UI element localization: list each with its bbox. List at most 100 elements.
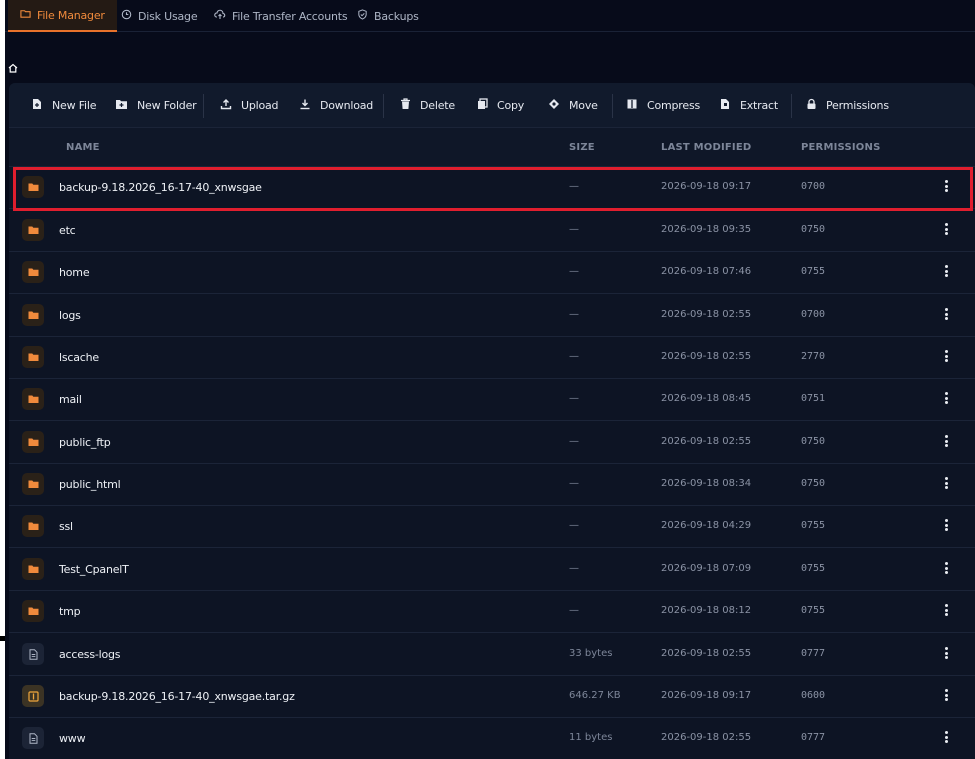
permissions-button[interactable]: Permissions: [806, 83, 889, 128]
file-permissions: 0777: [801, 648, 826, 659]
table-row[interactable]: backup-9.18.2026_16-17-40_xnwsgae — 2026-0…: [9, 167, 975, 209]
more-options-icon[interactable]: [939, 517, 953, 533]
column-name-header[interactable]: NAME: [66, 142, 100, 153]
tab-file-transfer-accounts[interactable]: File Transfer Accounts: [214, 0, 348, 32]
folder-icon: [22, 558, 44, 580]
compress-label: Compress: [647, 99, 701, 112]
tab-backups[interactable]: Backups: [357, 0, 419, 32]
more-options-icon[interactable]: [939, 729, 953, 745]
file-permissions: 0700: [801, 181, 826, 192]
folder-icon: [22, 219, 44, 241]
table-row[interactable]: tmp — 2026-09-18 08:12 0755: [9, 591, 975, 633]
more-options-icon[interactable]: [939, 263, 953, 279]
file-modified: 2026-09-18 02:55: [661, 732, 752, 743]
file-modified: 2026-09-18 08:45: [661, 393, 752, 404]
more-options-icon[interactable]: [939, 433, 953, 449]
file-icon: [22, 727, 44, 749]
compress-button[interactable]: Compress: [626, 83, 700, 128]
file-size: —: [569, 520, 579, 531]
more-options-icon[interactable]: [939, 221, 953, 237]
file-permissions: 0755: [801, 266, 826, 277]
file-permissions: 0750: [801, 478, 826, 489]
file-name[interactable]: public_ftp: [59, 436, 111, 449]
more-options-icon[interactable]: [939, 475, 953, 491]
table-row[interactable]: logs — 2026-09-18 02:55 0700: [9, 295, 975, 337]
table-row[interactable]: backup-9.18.2026_16-17-40_xnwsgae.tar.gz…: [9, 676, 975, 718]
extract-button[interactable]: Extract: [719, 83, 778, 128]
table-row[interactable]: home — 2026-09-18 07:46 0755: [9, 252, 975, 294]
more-options-icon[interactable]: [939, 390, 953, 406]
download-icon: [299, 98, 320, 113]
file-permissions: 0755: [801, 563, 826, 574]
file-name[interactable]: backup-9.18.2026_16-17-40_xnwsgae.tar.gz: [59, 690, 295, 703]
more-options-icon[interactable]: [939, 348, 953, 364]
file-permissions: 0777: [801, 732, 826, 743]
file-icon: [22, 643, 44, 665]
column-modified-header[interactable]: LAST MODIFIED: [661, 142, 751, 153]
table-row[interactable]: www 11 bytes 2026-09-18 02:55 0777: [9, 718, 975, 759]
tab-file-manager[interactable]: File Manager: [8, 0, 117, 32]
file-name[interactable]: ssl: [59, 520, 73, 533]
file-modified: 2026-09-18 02:55: [661, 436, 752, 447]
file-modified: 2026-09-18 02:55: [661, 309, 752, 320]
file-permissions: 0755: [801, 520, 826, 531]
file-name[interactable]: Test_CpanelT: [59, 563, 129, 576]
new-file-button[interactable]: New File: [31, 83, 96, 128]
file-name[interactable]: public_html: [59, 478, 121, 491]
table-row[interactable]: mail — 2026-09-18 08:45 0751: [9, 379, 975, 421]
file-name[interactable]: tmp: [59, 605, 81, 618]
table-row[interactable]: public_html — 2026-09-18 08:34 0750: [9, 464, 975, 506]
more-options-icon[interactable]: [939, 178, 953, 194]
file-name[interactable]: logs: [59, 309, 81, 322]
column-size-header[interactable]: SIZE: [569, 142, 595, 153]
compress-icon: [626, 98, 647, 113]
file-size: —: [569, 266, 579, 277]
table-row[interactable]: access-logs 33 bytes 2026-09-18 02:55 0777: [9, 634, 975, 676]
copy-button[interactable]: Copy: [477, 83, 524, 128]
upload-label: Upload: [241, 99, 279, 112]
delete-label: Delete: [420, 99, 455, 112]
file-permissions: 0600: [801, 690, 826, 701]
toolbar-divider: [383, 94, 384, 118]
file-name[interactable]: lscache: [59, 351, 99, 364]
file-name[interactable]: access-logs: [59, 648, 121, 661]
download-button[interactable]: Download: [299, 83, 373, 128]
table-row[interactable]: Test_CpanelT — 2026-09-18 07:09 0755: [9, 549, 975, 591]
more-options-icon[interactable]: [939, 306, 953, 322]
table-row[interactable]: etc — 2026-09-18 09:35 0750: [9, 210, 975, 252]
table-row[interactable]: ssl — 2026-09-18 04:29 0755: [9, 506, 975, 548]
table-row[interactable]: public_ftp — 2026-09-18 02:55 0750: [9, 422, 975, 464]
file-size: 33 bytes: [569, 648, 613, 659]
file-manager-app: File Manager Disk Usage File Transfer Ac…: [5, 0, 975, 759]
file-name[interactable]: backup-9.18.2026_16-17-40_xnwsgae: [59, 181, 262, 194]
file-permissions: 0750: [801, 224, 826, 235]
tab-disk-usage[interactable]: Disk Usage: [121, 0, 198, 32]
copy-icon: [477, 98, 497, 113]
file-name[interactable]: mail: [59, 393, 82, 406]
file-modified: 2026-09-18 02:55: [661, 351, 752, 362]
trash-icon: [400, 98, 420, 113]
more-options-icon[interactable]: [939, 687, 953, 703]
move-icon: [548, 98, 569, 113]
more-options-icon[interactable]: [939, 560, 953, 576]
column-permissions-header[interactable]: PERMISSIONS: [801, 142, 880, 153]
move-button[interactable]: Move: [548, 83, 598, 128]
folder-icon: [22, 515, 44, 537]
delete-button[interactable]: Delete: [400, 83, 455, 128]
file-size: —: [569, 436, 579, 447]
file-modified: 2026-09-18 09:35: [661, 224, 752, 235]
file-name[interactable]: home: [59, 266, 90, 279]
folder-icon: [22, 176, 44, 198]
more-options-icon[interactable]: [939, 602, 953, 618]
file-size: —: [569, 478, 579, 489]
upload-button[interactable]: Upload: [220, 83, 279, 128]
more-options-icon[interactable]: [939, 645, 953, 661]
file-permissions: 0755: [801, 605, 826, 616]
breadcrumb-home[interactable]: [8, 58, 20, 73]
new-folder-button[interactable]: New Folder: [115, 83, 197, 128]
file-name[interactable]: etc: [59, 224, 76, 237]
table-row[interactable]: lscache — 2026-09-18 02:55 2770: [9, 337, 975, 379]
file-permissions: 0700: [801, 309, 826, 320]
file-name[interactable]: www: [59, 732, 86, 745]
file-panel: New File New Folder Upload Download Dele…: [9, 83, 975, 759]
